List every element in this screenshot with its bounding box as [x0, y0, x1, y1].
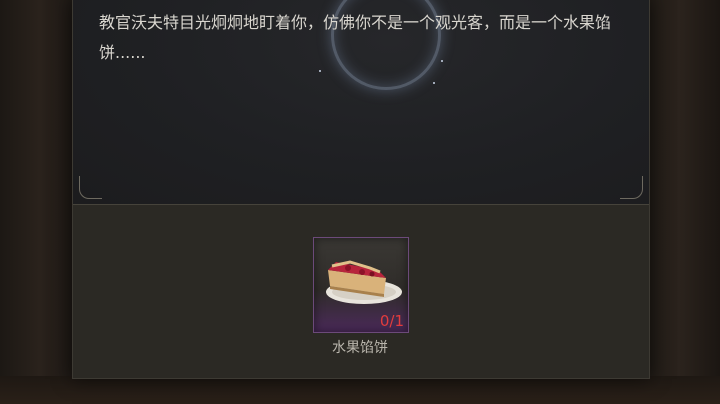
sparkle-decoration [433, 82, 435, 84]
item-name-label: 水果馅饼 [332, 340, 388, 356]
reward-panel: 0/1 水果馅饼 [73, 205, 649, 378]
corner-ornament-left [79, 176, 102, 199]
item-slot-fruit-pie[interactable]: 0/1 [313, 237, 409, 333]
background-right [646, 0, 720, 404]
dialog-text: 教官沃夫特目光炯炯地盯着你，仿佛你不是一个观光客，而是一个水果馅饼...... [99, 13, 612, 62]
dialog-window: 教官沃夫特目光炯炯地盯着你，仿佛你不是一个观光客，而是一个水果馅饼...... … [72, 0, 650, 379]
sparkle-decoration [319, 70, 321, 72]
corner-ornament-right [620, 176, 643, 199]
background-left [0, 0, 72, 404]
dialog-text-panel: 教官沃夫特目光炯炯地盯着你，仿佛你不是一个观光客，而是一个水果馅饼...... [73, 0, 649, 205]
background-bottom [0, 376, 720, 404]
item-count-badge: 0/1 [379, 312, 404, 330]
fruit-pie-icon [326, 260, 402, 304]
